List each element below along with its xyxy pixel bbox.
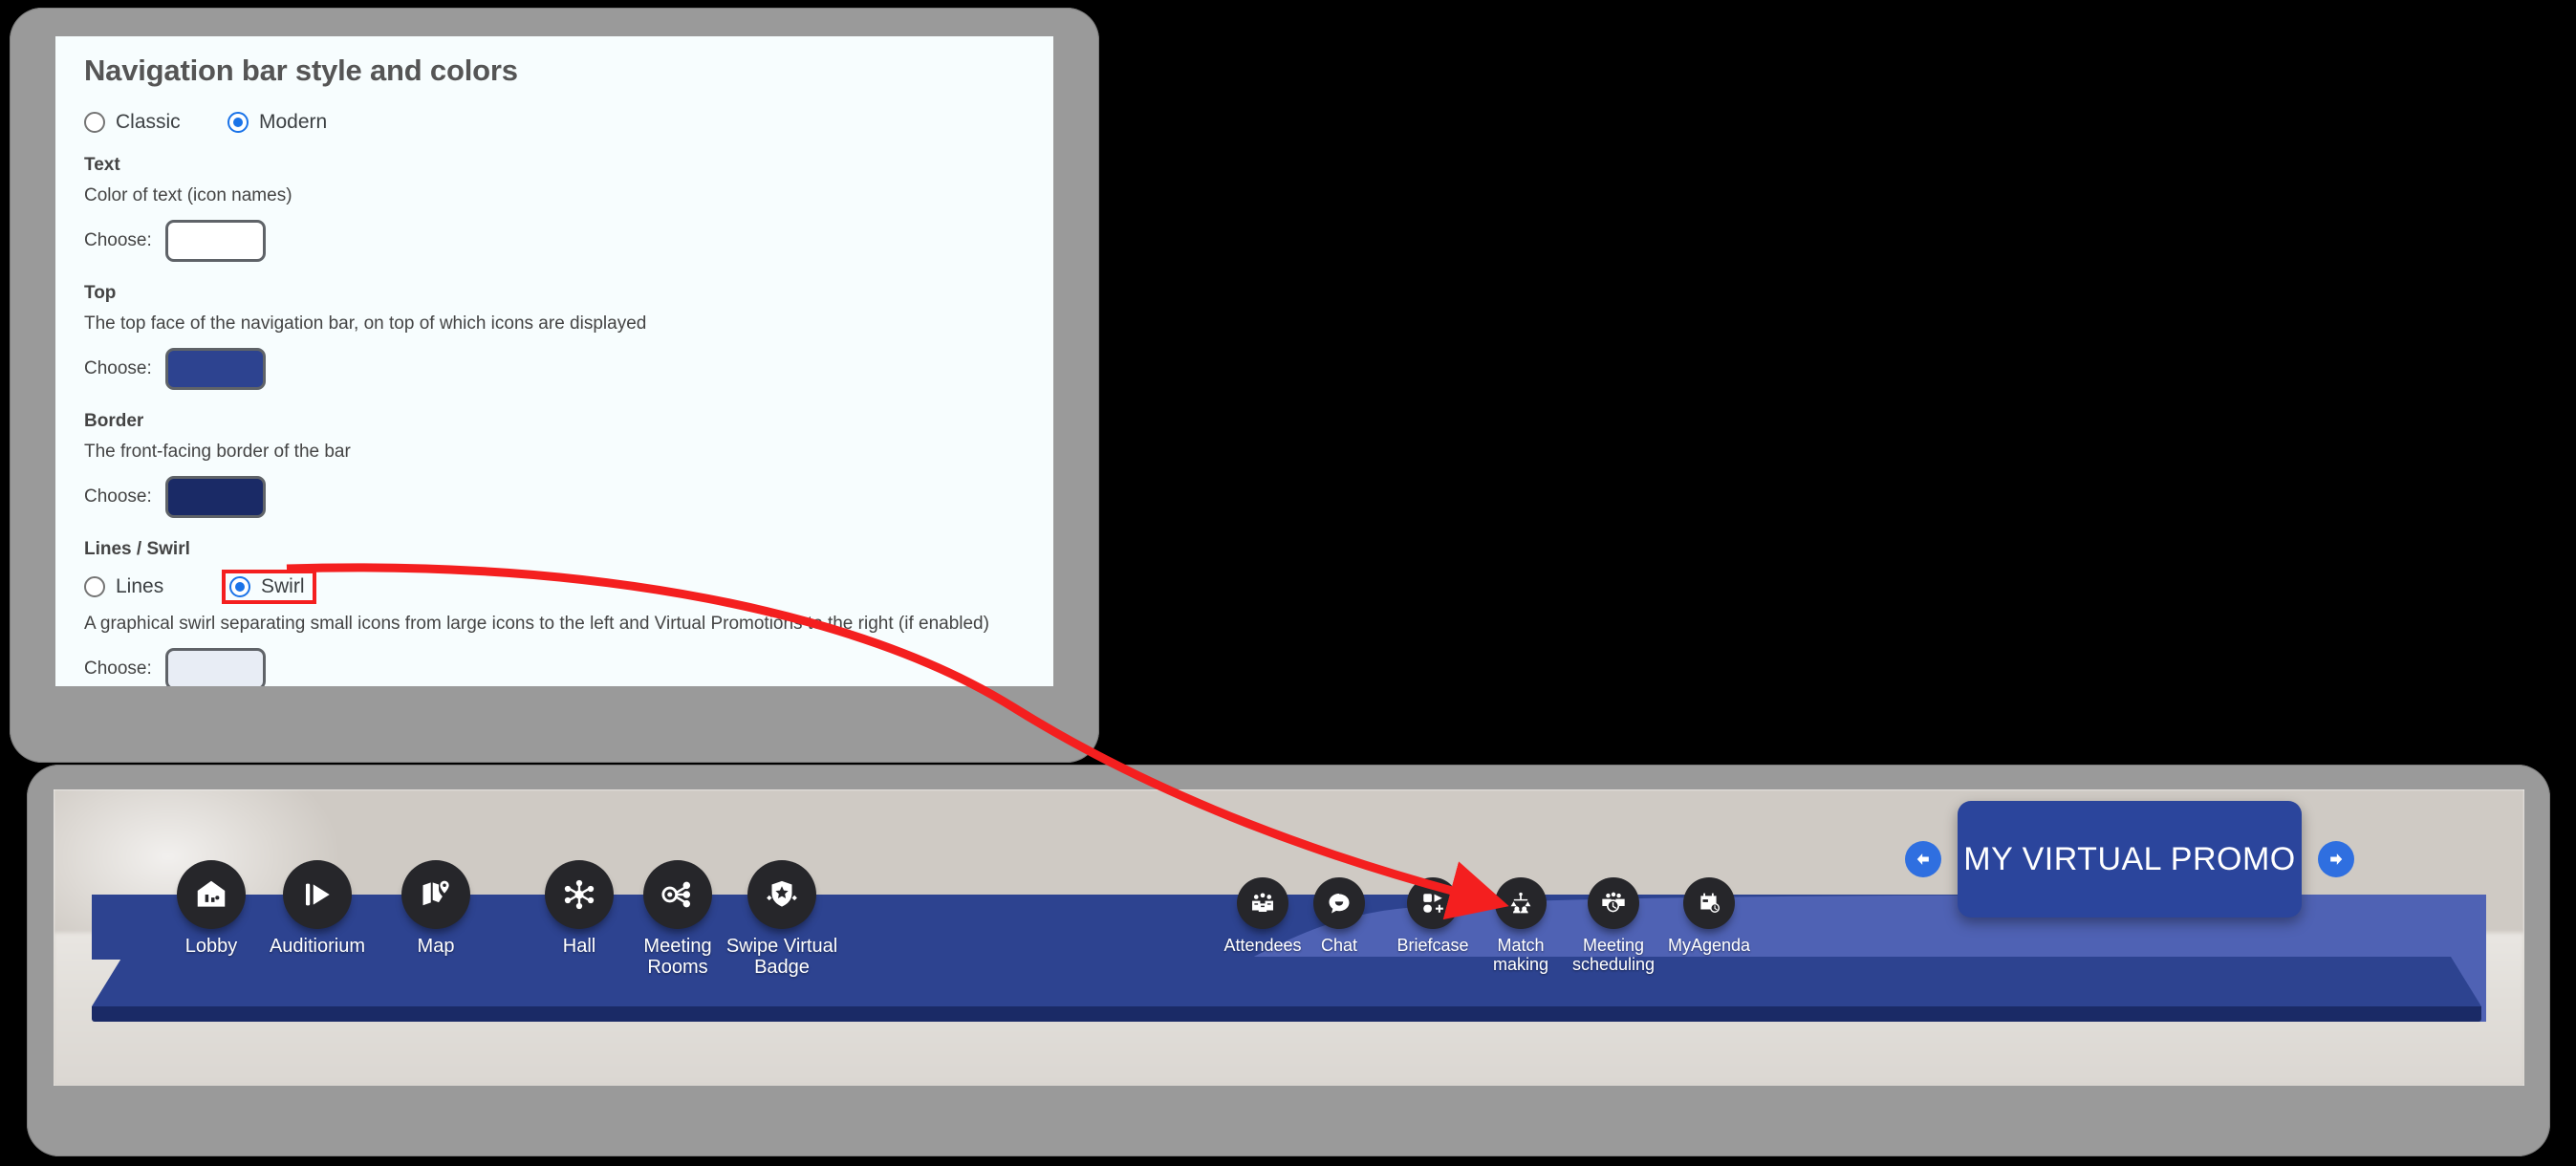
nav-item-swipe-badge[interactable]: Swipe Virtual Badge xyxy=(696,860,868,979)
map-pin-icon[interactable] xyxy=(401,860,470,929)
promo-next-button[interactable] xyxy=(2318,841,2354,877)
choose-label-text: Choose: xyxy=(84,230,152,250)
style-radio-group: Classic Modern xyxy=(84,111,1030,134)
nav-label-swipe-badge: Swipe Virtual Badge xyxy=(725,936,838,979)
choose-row-top: Choose: xyxy=(84,348,1030,390)
virtual-promo-card[interactable]: MY VIRTUAL PROMO xyxy=(1958,801,2302,918)
settings-screen: Navigation bar style and colors Classic … xyxy=(55,36,1053,686)
section-title-lines-swirl: Lines / Swirl xyxy=(84,539,190,559)
promo-prev-button[interactable] xyxy=(1905,841,1941,877)
lines-swirl-option-swirl[interactable]: Swirl xyxy=(222,570,316,604)
auditorium-play-icon[interactable] xyxy=(283,860,352,929)
virtual-promo-title: MY VIRTUAL PROMO xyxy=(1963,840,2296,877)
choose-label-top: Choose: xyxy=(84,358,152,378)
style-option-modern[interactable]: Modern xyxy=(227,111,327,134)
radio-classic-icon[interactable] xyxy=(84,112,105,133)
lobby-icon[interactable] xyxy=(177,860,246,929)
myagenda-calendar-icon[interactable] xyxy=(1683,877,1735,929)
lines-swirl-option-lines[interactable]: Lines xyxy=(84,575,227,598)
nav-item-map[interactable]: Map xyxy=(383,860,488,957)
nav-item-auditorium[interactable]: Auditiorium xyxy=(241,860,394,957)
section-title-text: Text xyxy=(84,155,120,175)
color-swatch-text[interactable] xyxy=(164,220,266,262)
nav-label-auditorium: Auditiorium xyxy=(269,936,366,957)
nav-item-myagenda[interactable]: MyAgenda xyxy=(1642,877,1776,955)
nav-label-lobby: Lobby xyxy=(184,936,238,957)
choose-label-swirl: Choose: xyxy=(84,659,152,679)
hall-network-icon[interactable] xyxy=(545,860,614,929)
section-desc-lines-swirl: A graphical swirl separating small icons… xyxy=(84,614,989,634)
radio-lines-icon[interactable] xyxy=(84,576,105,597)
nav-label-chat: Chat xyxy=(1320,936,1358,955)
color-swatch-swirl[interactable] xyxy=(164,648,266,686)
nav-label-briefcase: Briefcase xyxy=(1396,936,1469,955)
section-title-border: Border xyxy=(84,411,144,431)
arrow-right-icon xyxy=(2330,853,2343,865)
style-option-classic-label: Classic xyxy=(116,111,181,133)
nav-label-map: Map xyxy=(417,936,455,957)
nav-label-hall: Hall xyxy=(562,936,596,957)
navigation-settings-form: Navigation bar style and colors Classic … xyxy=(84,54,1030,686)
settings-device-frame: Navigation bar style and colors Classic … xyxy=(10,8,1099,763)
choose-label-border: Choose: xyxy=(84,486,152,507)
lines-swirl-option-lines-label: Lines xyxy=(116,575,164,597)
choose-row-text: Choose: xyxy=(84,220,1030,262)
radio-modern-icon[interactable] xyxy=(227,112,249,133)
briefcase-grid-icon[interactable] xyxy=(1407,877,1459,929)
section-title-top: Top xyxy=(84,283,117,303)
arrow-left-icon xyxy=(1916,853,1929,865)
nav-label-attendees: Attendees xyxy=(1223,936,1302,955)
choose-row-swirl: Choose: xyxy=(84,648,1030,686)
color-swatch-border[interactable] xyxy=(164,476,266,518)
chat-bubble-icon[interactable] xyxy=(1313,877,1365,929)
section-desc-top: The top face of the navigation bar, on t… xyxy=(84,313,647,334)
radio-swirl-icon[interactable] xyxy=(229,576,250,597)
color-swatch-top[interactable] xyxy=(164,348,266,390)
choose-row-border: Choose: xyxy=(84,476,1030,518)
section-desc-text: Color of text (icon names) xyxy=(84,185,292,205)
style-option-modern-label: Modern xyxy=(259,111,328,133)
attendees-group-icon[interactable] xyxy=(1237,877,1288,929)
section-desc-border: The front-facing border of the bar xyxy=(84,442,351,462)
badge-shield-star-icon[interactable] xyxy=(747,860,816,929)
page-title: Navigation bar style and colors xyxy=(84,54,518,87)
style-option-classic[interactable]: Classic xyxy=(84,111,227,134)
meeting-scheduling-clock-icon[interactable] xyxy=(1588,877,1639,929)
lines-swirl-radio-group: Lines Swirl xyxy=(84,570,1030,604)
lines-swirl-option-swirl-label: Swirl xyxy=(261,575,305,597)
nav-label-myagenda: MyAgenda xyxy=(1667,936,1751,955)
